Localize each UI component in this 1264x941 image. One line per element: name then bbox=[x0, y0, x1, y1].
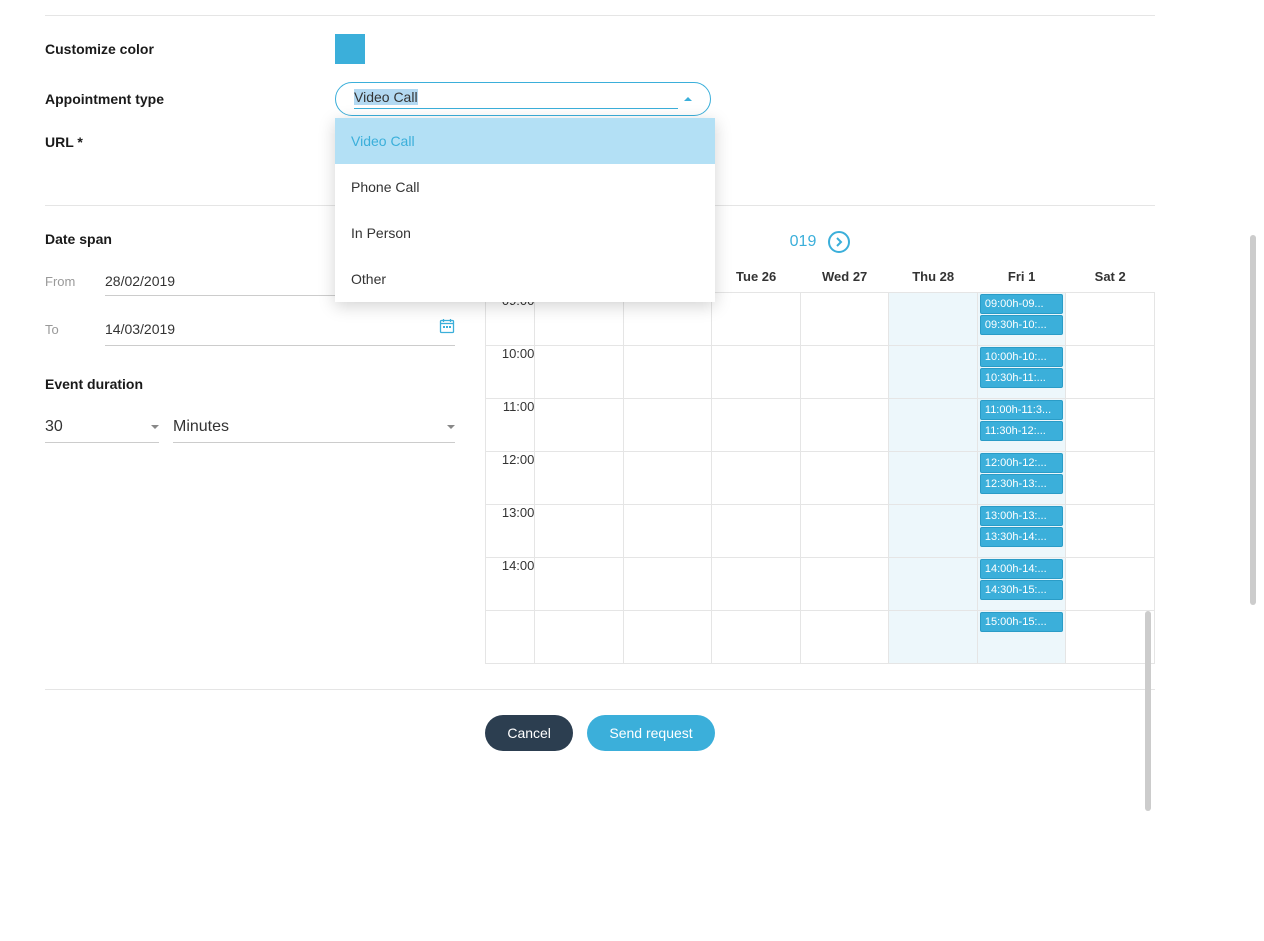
dropdown-option-other[interactable]: Other bbox=[335, 256, 715, 302]
calendar-cell[interactable] bbox=[535, 505, 624, 558]
appointment-type-label: Appointment type bbox=[45, 91, 335, 107]
calendar-cell[interactable] bbox=[623, 558, 712, 611]
calendar-cell[interactable] bbox=[889, 505, 978, 558]
dropdown-option-video-call[interactable]: Video Call bbox=[335, 118, 715, 164]
caret-down-icon bbox=[151, 425, 159, 429]
calendar-cell[interactable] bbox=[889, 452, 978, 505]
calendar-cell[interactable] bbox=[623, 399, 712, 452]
time-slot[interactable]: 15:00h-15:... bbox=[980, 612, 1064, 632]
send-request-button[interactable]: Send request bbox=[587, 715, 714, 751]
time-label: 11:00 bbox=[486, 399, 535, 452]
caret-down-icon bbox=[447, 425, 455, 429]
calendar-scrollbar[interactable] bbox=[1139, 231, 1153, 941]
calendar-cell[interactable] bbox=[800, 505, 889, 558]
calendar-cell[interactable] bbox=[623, 346, 712, 399]
page-scrollbar[interactable] bbox=[1250, 235, 1256, 605]
dropdown-option-phone-call[interactable]: Phone Call bbox=[335, 164, 715, 210]
time-slot[interactable]: 10:00h-10:... bbox=[980, 347, 1064, 367]
time-slot[interactable]: 09:30h-10:... bbox=[980, 315, 1064, 335]
time-label: 10:00 bbox=[486, 346, 535, 399]
calendar-cell[interactable] bbox=[712, 399, 801, 452]
calendar-cell[interactable] bbox=[889, 399, 978, 452]
calendar-cell[interactable]: 14:00h-14:...14:30h-15:... bbox=[977, 558, 1066, 611]
calendar-cell[interactable] bbox=[535, 611, 624, 664]
calendar-cell[interactable] bbox=[623, 505, 712, 558]
from-label: From bbox=[45, 274, 105, 289]
calendar-grid: Sun 24 Mon 25 Tue 26 Wed 27 Thu 28 Fri 1… bbox=[485, 261, 1155, 664]
duration-value-select[interactable]: 30 bbox=[45, 412, 159, 443]
calendar-cell[interactable] bbox=[712, 346, 801, 399]
time-slot[interactable]: 14:00h-14:... bbox=[980, 559, 1064, 579]
time-slot[interactable]: 12:30h-13:... bbox=[980, 474, 1064, 494]
time-slot[interactable]: 11:30h-12:... bbox=[980, 421, 1064, 441]
dropdown-option-in-person[interactable]: In Person bbox=[335, 210, 715, 256]
time-label: 14:00 bbox=[486, 558, 535, 611]
customize-color-label: Customize color bbox=[45, 41, 335, 57]
calendar-cell[interactable] bbox=[712, 611, 801, 664]
time-label: 13:00 bbox=[486, 505, 535, 558]
color-swatch[interactable] bbox=[335, 34, 365, 64]
duration-unit: Minutes bbox=[173, 418, 229, 436]
time-slot[interactable]: 13:30h-14:... bbox=[980, 527, 1064, 547]
day-header: Tue 26 bbox=[712, 261, 801, 293]
calendar-cell[interactable] bbox=[623, 452, 712, 505]
calendar-cell[interactable] bbox=[800, 293, 889, 346]
calendar-range-text: 019 bbox=[790, 233, 817, 251]
calendar-cell[interactable] bbox=[535, 346, 624, 399]
day-header: Wed 27 bbox=[800, 261, 889, 293]
calendar-cell[interactable] bbox=[535, 558, 624, 611]
appointment-type-value: Video Call bbox=[354, 89, 418, 105]
calendar-cell[interactable] bbox=[712, 293, 801, 346]
day-header: Fri 1 bbox=[977, 261, 1066, 293]
calendar-next-button[interactable] bbox=[828, 231, 850, 253]
duration-value: 30 bbox=[45, 418, 63, 436]
calendar-cell[interactable]: 11:00h-11:3...11:30h-12:... bbox=[977, 399, 1066, 452]
time-slot[interactable]: 10:30h-11:... bbox=[980, 368, 1064, 388]
calendar-cell[interactable]: 10:00h-10:...10:30h-11:... bbox=[977, 346, 1066, 399]
time-label: 12:00 bbox=[486, 452, 535, 505]
duration-unit-select[interactable]: Minutes bbox=[173, 412, 455, 443]
calendar-cell[interactable] bbox=[712, 558, 801, 611]
time-slot[interactable]: 12:00h-12:... bbox=[980, 453, 1064, 473]
calendar-cell[interactable]: 15:00h-15:... bbox=[977, 611, 1066, 664]
calendar-cell[interactable]: 09:00h-09...09:30h-10:... bbox=[977, 293, 1066, 346]
day-header: Thu 28 bbox=[889, 261, 978, 293]
calendar-cell[interactable] bbox=[889, 611, 978, 664]
caret-up-icon bbox=[684, 97, 692, 101]
time-slot[interactable]: 14:30h-15:... bbox=[980, 580, 1064, 600]
calendar-cell[interactable] bbox=[535, 452, 624, 505]
calendar-cell[interactable] bbox=[712, 452, 801, 505]
calendar-cell[interactable] bbox=[889, 346, 978, 399]
time-slot[interactable]: 13:00h-13:... bbox=[980, 506, 1064, 526]
cancel-button[interactable]: Cancel bbox=[485, 715, 573, 751]
calendar-cell[interactable] bbox=[800, 611, 889, 664]
to-label: To bbox=[45, 322, 105, 337]
calendar-cell[interactable]: 13:00h-13:...13:30h-14:... bbox=[977, 505, 1066, 558]
calendar-cell[interactable] bbox=[800, 399, 889, 452]
calendar-cell[interactable] bbox=[712, 505, 801, 558]
time-slot[interactable]: 11:00h-11:3... bbox=[980, 400, 1064, 420]
calendar-icon[interactable] bbox=[439, 318, 455, 339]
appointment-type-select[interactable]: Video Call bbox=[335, 82, 711, 116]
time-slot[interactable]: 09:00h-09... bbox=[980, 294, 1064, 314]
calendar-cell[interactable] bbox=[623, 611, 712, 664]
url-label: URL * bbox=[45, 134, 335, 150]
event-duration-heading: Event duration bbox=[45, 376, 455, 392]
appointment-type-dropdown: Video Call Phone Call In Person Other bbox=[335, 118, 715, 302]
calendar-cell[interactable] bbox=[800, 558, 889, 611]
calendar-cell[interactable]: 12:00h-12:...12:30h-13:... bbox=[977, 452, 1066, 505]
calendar-cell[interactable] bbox=[800, 346, 889, 399]
calendar-cell[interactable] bbox=[535, 399, 624, 452]
calendar-cell[interactable] bbox=[889, 293, 978, 346]
calendar-cell[interactable] bbox=[800, 452, 889, 505]
to-date-input[interactable] bbox=[105, 321, 420, 337]
calendar-cell[interactable] bbox=[889, 558, 978, 611]
